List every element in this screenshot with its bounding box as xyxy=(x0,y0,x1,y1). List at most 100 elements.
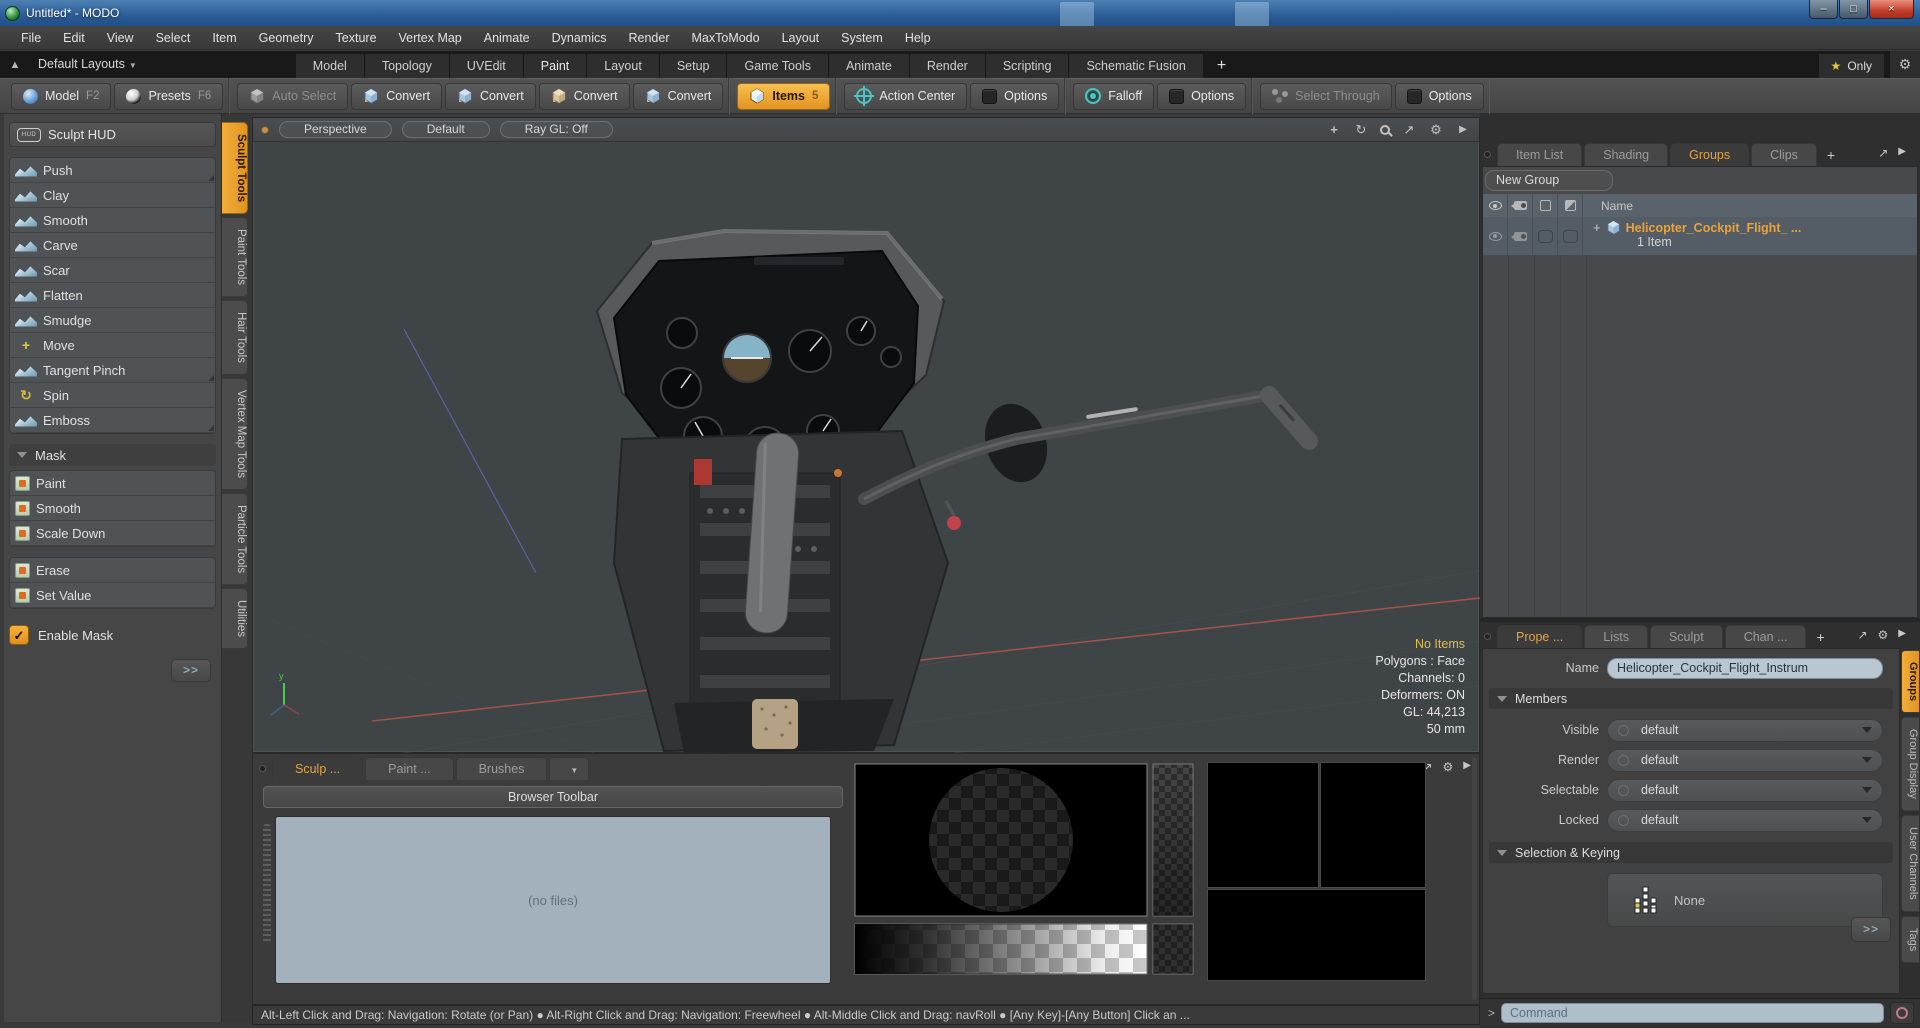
mask-tool-button[interactable]: Scale Down xyxy=(10,521,215,546)
select-through-options-button[interactable]: Options xyxy=(1394,82,1484,110)
properties-tab[interactable]: Lists xyxy=(1584,625,1648,648)
minimize-button[interactable]: – xyxy=(1809,0,1838,19)
menu-item[interactable]: Help xyxy=(894,26,942,50)
mask-tool-button[interactable]: Smooth xyxy=(10,496,215,521)
expand-panel-icon[interactable]: ↗ xyxy=(1857,628,1867,642)
title-bar[interactable]: Untitled* - MODO – □ × xyxy=(0,0,1920,26)
workspace-tab[interactable]: Animate xyxy=(827,54,909,78)
viewport-canvas[interactable]: y xyxy=(254,143,1480,753)
row-checkbox-2[interactable] xyxy=(1558,217,1583,255)
add-panel-tab-button[interactable]: + xyxy=(1819,144,1843,166)
close-button[interactable]: × xyxy=(1869,0,1914,19)
layout-settings-gear-icon[interactable]: ⚙ xyxy=(1890,51,1920,78)
render-column-header[interactable] xyxy=(1508,194,1533,217)
properties-tab[interactable]: Sculpt xyxy=(1649,625,1723,648)
panel-thumb-icon[interactable] xyxy=(1484,633,1491,640)
sidebar-more-button[interactable]: >> xyxy=(171,659,211,682)
workspace-tab[interactable]: Paint xyxy=(522,54,587,81)
sculpt-tool-button[interactable]: Scar xyxy=(10,258,215,283)
workspace-tab[interactable]: Schematic Fusion xyxy=(1068,54,1203,78)
visibility-column-header[interactable] xyxy=(1483,194,1508,217)
panel-thumb-icon[interactable] xyxy=(259,765,266,772)
orbit-icon[interactable]: ↻ xyxy=(1353,122,1369,138)
enable-mask-toggle[interactable]: ✓ Enable Mask xyxy=(9,625,216,645)
tool-category-tab[interactable]: Paint Tools xyxy=(222,217,248,298)
viewport-3d[interactable]: Perspective Default Ray GL: Off + ↻ ↗ ⚙ … xyxy=(252,117,1480,753)
menu-item[interactable]: MaxToModo xyxy=(681,26,771,50)
browser-tab[interactable]: Brushes xyxy=(455,757,548,780)
selection-keying-header[interactable]: Selection & Keying xyxy=(1489,842,1893,863)
record-macro-button[interactable] xyxy=(1890,1001,1914,1024)
menu-item[interactable]: Geometry xyxy=(248,26,325,50)
gradient-panel[interactable] xyxy=(1320,762,1426,888)
selection-set-button[interactable]: None xyxy=(1607,873,1883,927)
items-mode-button[interactable]: Items 5 xyxy=(737,82,831,110)
viewport-menu-arrow-icon[interactable]: ▶ xyxy=(1455,124,1471,135)
sculpt-tool-button[interactable]: Flatten xyxy=(10,283,215,308)
brushes-dropdown-caret[interactable]: ▼ xyxy=(549,757,590,780)
group-row[interactable]: + Helicopter_Cockpit_Flight_ ... 1 Item xyxy=(1483,217,1917,255)
workspace-tab[interactable]: UVEdit xyxy=(448,54,523,78)
command-input[interactable] xyxy=(1501,1002,1884,1023)
menu-item[interactable]: System xyxy=(830,26,894,50)
workspace-tab[interactable]: Render xyxy=(908,54,985,78)
convert-polygon-button[interactable]: Convert xyxy=(538,82,630,110)
workspace-tab[interactable]: Game Tools xyxy=(726,54,828,78)
convert-vertex-button[interactable]: Convert xyxy=(351,82,442,110)
add-panel-tab-button[interactable]: + xyxy=(1808,626,1832,648)
menu-item[interactable]: Animate xyxy=(473,26,541,50)
mask-section-header[interactable]: Mask xyxy=(9,444,216,466)
model-mode-button[interactable]: Model F2 xyxy=(11,82,112,110)
select-through-button[interactable]: Select Through xyxy=(1260,82,1392,110)
sculpt-tool-button[interactable]: Carve xyxy=(10,233,215,258)
menu-item[interactable]: Dynamics xyxy=(541,26,618,50)
workspace-tab[interactable]: Topology xyxy=(363,54,449,78)
sculpt-tool-button[interactable]: Tangent Pinch xyxy=(10,358,215,383)
browser-tab[interactable]: Sculp ... xyxy=(272,757,364,780)
panel-gear-icon[interactable]: ⚙ xyxy=(1443,760,1454,774)
tool-category-tab[interactable]: Utilities xyxy=(222,588,248,650)
add-workspace-tab-button[interactable]: + xyxy=(1203,54,1240,78)
presets-button[interactable]: Presets F6 xyxy=(114,82,224,110)
gradient-panel[interactable] xyxy=(1207,762,1319,888)
browser-toolbar-button[interactable]: Browser Toolbar xyxy=(263,786,843,808)
new-group-button[interactable]: New Group xyxy=(1485,170,1613,191)
sculpt-tool-button[interactable]: + Move xyxy=(10,333,215,358)
collapse-arrow-icon[interactable]: ▲ xyxy=(0,53,30,78)
item-panel-tab[interactable]: Groups xyxy=(1670,143,1750,166)
menu-item[interactable]: File xyxy=(10,26,52,50)
right-side-tab[interactable]: Groups xyxy=(1901,650,1919,714)
right-side-tab[interactable]: Group Display xyxy=(1901,717,1919,811)
properties-more-button[interactable]: >> xyxy=(1851,917,1891,942)
viewport-thumb-icon[interactable] xyxy=(261,125,269,134)
panel-gear-icon[interactable]: ⚙ xyxy=(1878,628,1889,642)
convert-item-button[interactable]: Convert xyxy=(632,82,724,110)
raygl-button[interactable]: Ray GL: Off xyxy=(499,121,613,138)
menu-item[interactable]: Select xyxy=(145,26,202,50)
brush-preview[interactable] xyxy=(853,762,1197,994)
right-side-tab[interactable]: User Channels xyxy=(1901,814,1919,912)
convert-edge-button[interactable]: Convert xyxy=(445,82,536,110)
cube-column-header[interactable] xyxy=(1533,194,1558,217)
sculpt-tool-button[interactable]: Clay xyxy=(10,183,215,208)
falloff-button[interactable]: Falloff xyxy=(1073,82,1155,110)
item-panel-tab[interactable]: Item List xyxy=(1497,143,1583,166)
gradient-panel[interactable] xyxy=(1207,889,1426,981)
property-dropdown[interactable]: default xyxy=(1607,808,1883,832)
members-section-header[interactable]: Members xyxy=(1489,688,1893,709)
mask-op-button[interactable]: Set Value xyxy=(10,583,215,608)
auto-select-button[interactable]: Auto Select xyxy=(237,82,349,110)
restore-button[interactable]: □ xyxy=(1839,0,1868,19)
browser-file-area[interactable]: (no files) xyxy=(275,816,831,984)
panel-menu-arrow-icon[interactable]: ▶ xyxy=(1898,628,1906,642)
workspace-tab[interactable]: Scripting xyxy=(984,54,1069,78)
name-input[interactable]: Helicopter_Cockpit_Flight_Instrum xyxy=(1607,657,1883,679)
menu-item[interactable]: Layout xyxy=(771,26,831,50)
projection-button[interactable]: Perspective xyxy=(279,121,392,138)
menu-item[interactable]: Item xyxy=(201,26,247,50)
tool-category-tab[interactable]: Hair Tools xyxy=(222,300,248,376)
maximize-icon[interactable]: ↗ xyxy=(1401,122,1417,138)
action-center-options-button[interactable]: Options xyxy=(970,82,1060,110)
sculpt-tool-button[interactable]: Smooth xyxy=(10,208,215,233)
row-checkbox-1[interactable] xyxy=(1533,217,1558,255)
